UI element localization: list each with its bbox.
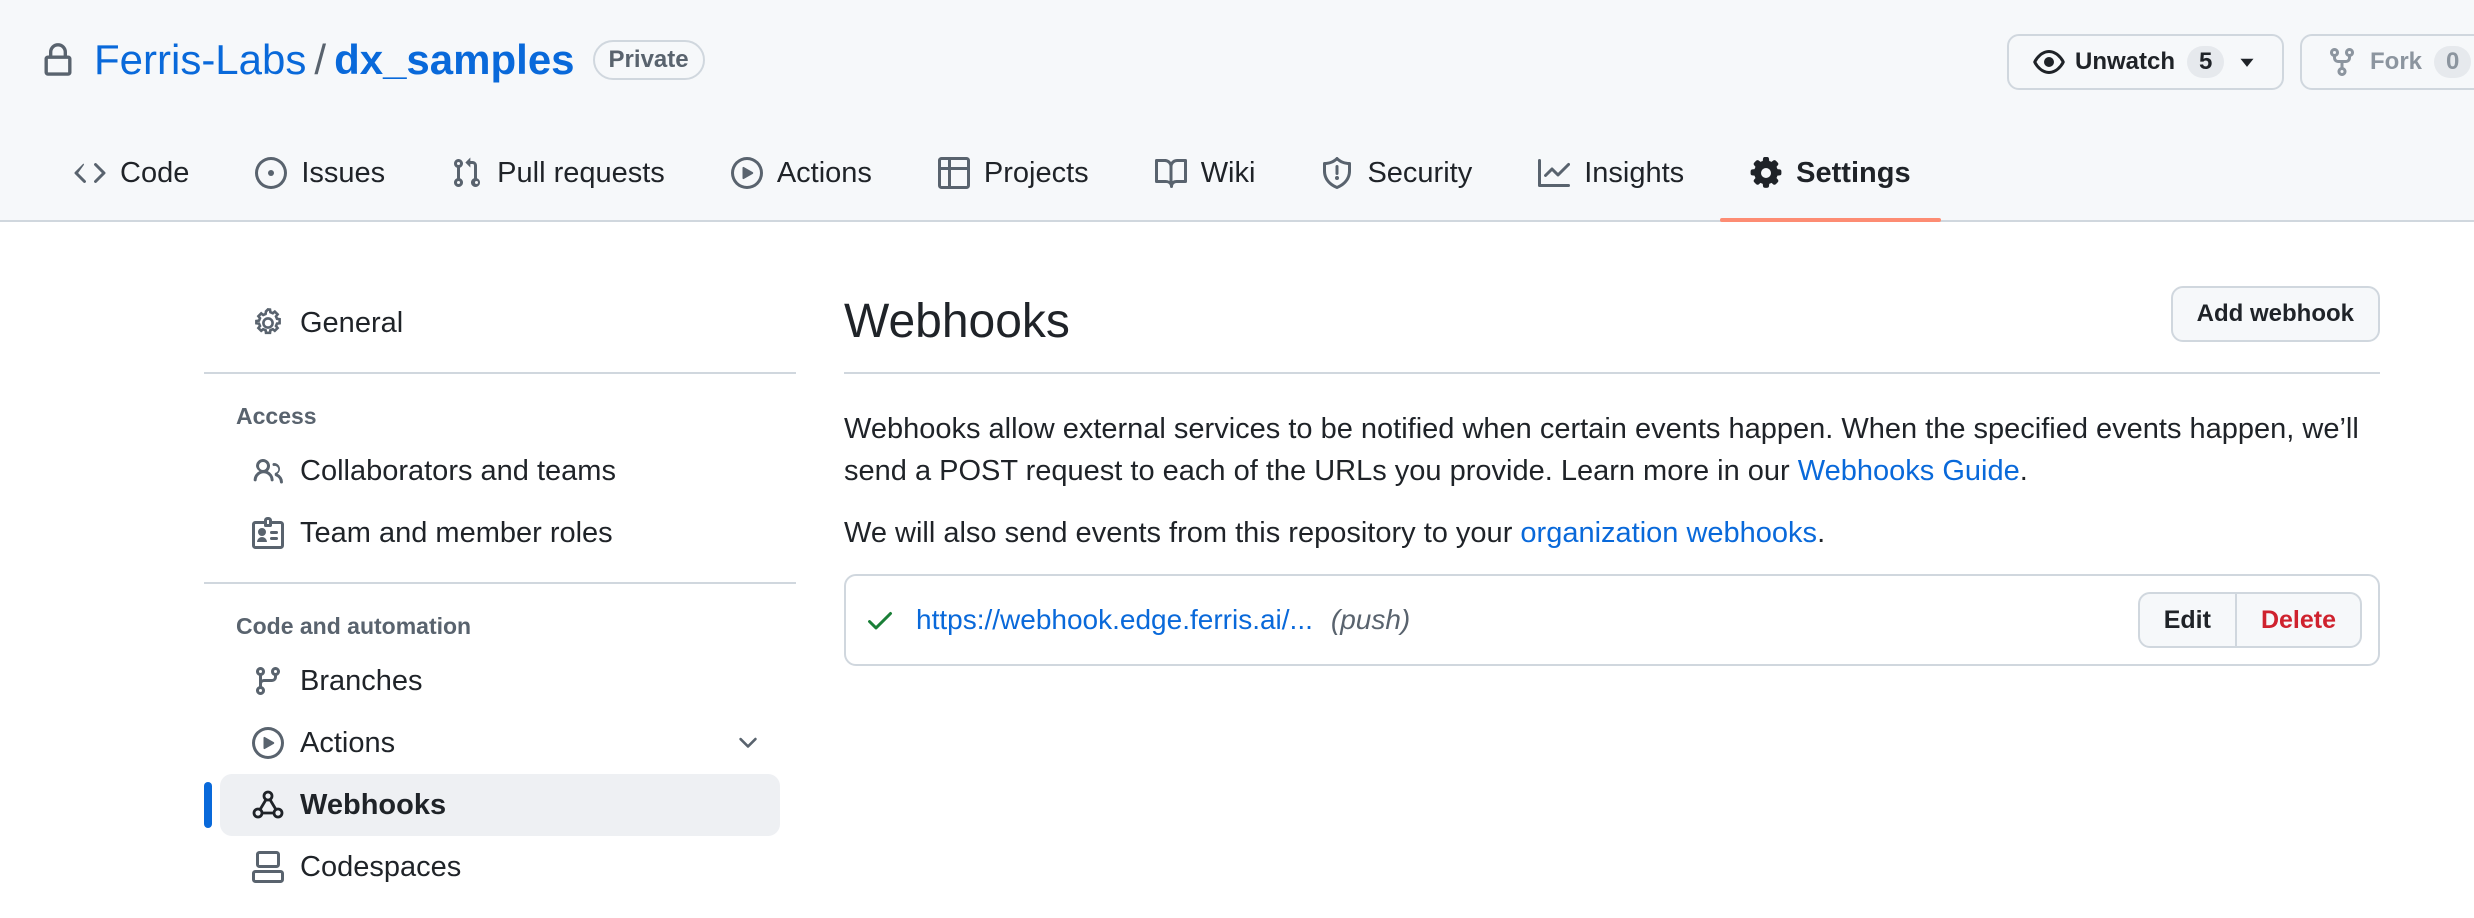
webhooks-description: Webhooks allow external services to be n… (844, 408, 2380, 492)
repo-title: Ferris-Labs / dx_samples Private (40, 32, 705, 88)
gear-icon (1750, 157, 1782, 189)
tab-projects-label: Projects (983, 156, 1089, 189)
tab-security[interactable]: Security (1303, 138, 1490, 208)
repo-header: Ferris-Labs / dx_samples Private Unwatch… (0, 0, 2474, 222)
tab-insights-label: Insights (1584, 156, 1685, 189)
tab-code-label: Code (120, 156, 190, 189)
lock-icon (40, 42, 76, 78)
sidebar-item-branches[interactable]: Branches (220, 650, 780, 712)
play-icon (252, 727, 284, 759)
sidebar-item-actions[interactable]: Actions (220, 712, 780, 774)
tab-projects[interactable]: Projects (920, 138, 1107, 208)
tab-issues[interactable]: Issues (237, 138, 403, 208)
repo-name-link[interactable]: dx_samples (334, 36, 574, 84)
page-title: Webhooks (844, 295, 1070, 348)
codespaces-icon (252, 851, 284, 883)
code-icon (74, 157, 106, 189)
tab-security-label: Security (1367, 156, 1473, 189)
main-content: Webhooks Add webhook Webhooks allow exte… (844, 286, 2380, 666)
add-webhook-button[interactable]: Add webhook (2170, 286, 2380, 342)
sidebar-item-label: General (300, 306, 404, 339)
sidebar-item-collaborators[interactable]: Collaborators and teams (220, 440, 780, 502)
tab-issues-label: Issues (301, 156, 386, 189)
webhook-actions: Edit Delete (2137, 592, 2362, 648)
tab-actions-label: Actions (776, 156, 872, 189)
unwatch-button[interactable]: Unwatch 5 (2007, 34, 2284, 90)
webhook-events: (push) (1330, 604, 1411, 635)
gear-icon (252, 307, 284, 339)
caret-down-icon[interactable] (2234, 49, 2260, 75)
repo-nav: Code Issues Pull requests Actions Projec… (56, 138, 1959, 222)
watch-count: 5 (2187, 46, 2225, 78)
people-icon (252, 455, 284, 487)
webhook-url-link[interactable]: https://webhook.edge.ferris.ai/... (916, 604, 1313, 636)
description-end: . (2019, 455, 2028, 487)
fork-label: Fork (2370, 48, 2423, 75)
branch-icon (252, 665, 284, 697)
active-indicator (204, 782, 212, 828)
sidebar-item-label: Actions (300, 726, 396, 759)
tab-wiki[interactable]: Wiki (1137, 138, 1274, 208)
issue-icon (255, 157, 288, 189)
divider (204, 372, 796, 374)
shield-icon (1321, 157, 1353, 189)
tab-wiki-label: Wiki (1200, 156, 1256, 189)
webhooks-guide-link[interactable]: Webhooks Guide (1798, 455, 2020, 487)
play-icon (730, 157, 763, 189)
delete-button[interactable]: Delete (2237, 594, 2360, 646)
graph-icon (1538, 157, 1571, 189)
id-badge-icon (252, 517, 284, 549)
tab-pull-requests-label: Pull requests (497, 156, 665, 189)
webhook-row: https://webhook.edge.ferris.ai/... (push… (844, 574, 2380, 666)
tab-insights[interactable]: Insights (1520, 138, 1702, 208)
fork-button[interactable]: Fork 0 (2300, 34, 2474, 90)
sidebar-item-general[interactable]: General (220, 292, 780, 354)
visibility-badge: Private (592, 40, 705, 80)
sidebar-item-label: Collaborators and teams (300, 454, 616, 487)
org-webhooks-link[interactable]: organization webhooks (1520, 517, 1817, 549)
table-icon (937, 157, 970, 189)
eye-icon (2033, 46, 2065, 78)
chevron-down-icon[interactable] (734, 729, 762, 757)
tab-settings[interactable]: Settings (1720, 138, 1942, 222)
org-webhooks-note: We will also send events from this repos… (844, 512, 2380, 554)
divider (204, 582, 796, 584)
sidebar-item-label: Branches (300, 664, 423, 697)
check-icon (864, 604, 896, 636)
tab-settings-label: Settings (1796, 156, 1911, 189)
settings-sidebar: General Access Collaborators and teams T… (204, 292, 796, 898)
tab-actions[interactable]: Actions (713, 138, 890, 208)
book-icon (1154, 157, 1187, 189)
tab-code[interactable]: Code (56, 138, 207, 208)
repo-separator: / (314, 36, 327, 83)
pull-request-icon (451, 157, 483, 189)
repo-owner-link[interactable]: Ferris-Labs (94, 36, 306, 84)
description-text: Webhooks allow external services to be n… (844, 413, 2359, 487)
section-heading-automation: Code and automation (236, 612, 472, 639)
page-header: Webhooks Add webhook (844, 286, 2380, 374)
sidebar-item-codespaces[interactable]: Codespaces (220, 836, 780, 898)
sidebar-item-label: Webhooks (300, 788, 447, 821)
org-note-end: . (1817, 517, 1826, 549)
sidebar-item-label: Team and member roles (300, 516, 613, 549)
tab-pull-requests[interactable]: Pull requests (433, 138, 683, 208)
org-note-text: We will also send events from this repos… (844, 517, 1521, 549)
webhook-icon (252, 789, 284, 821)
edit-button[interactable]: Edit (2140, 594, 2237, 646)
section-heading-access: Access (236, 402, 317, 429)
sidebar-item-roles[interactable]: Team and member roles (220, 502, 780, 564)
sidebar-item-label: Codespaces (300, 850, 462, 883)
sidebar-item-webhooks[interactable]: Webhooks (204, 774, 780, 836)
fork-icon (2326, 46, 2358, 78)
fork-count: 0 (2434, 46, 2472, 78)
unwatch-label: Unwatch (2075, 48, 2176, 75)
